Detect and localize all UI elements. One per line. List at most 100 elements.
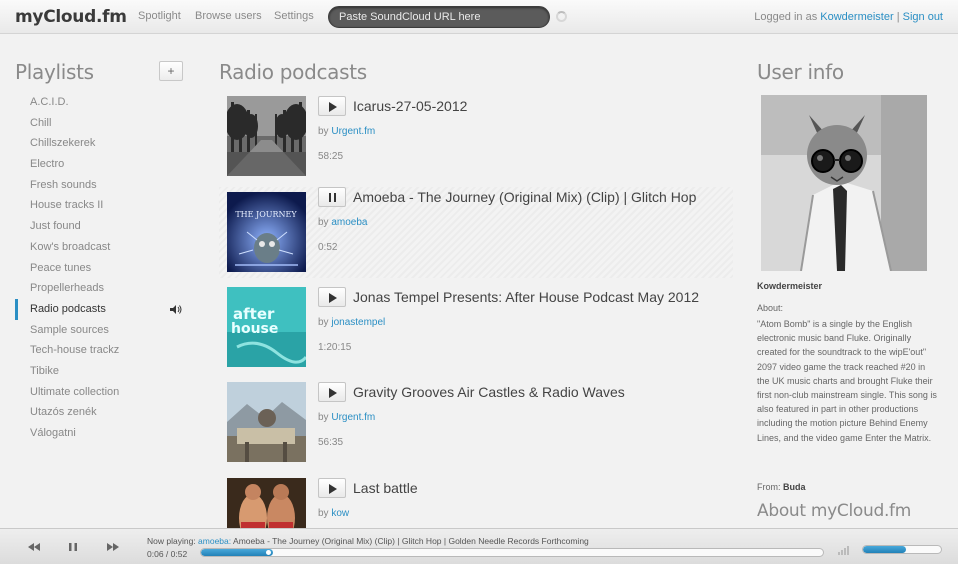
playlist-item[interactable]: Peace tunes (15, 258, 190, 279)
playback-time: 0:06 / 0:52 (147, 549, 188, 559)
by-label: by (318, 412, 329, 423)
play-button[interactable] (318, 478, 346, 498)
nav-spotlight[interactable]: Spotlight (138, 10, 181, 22)
pause-icon (329, 193, 336, 202)
user-avatar (761, 95, 927, 271)
nav-settings[interactable]: Settings (274, 10, 314, 22)
volume-slider[interactable] (862, 545, 942, 554)
playlist-item-label: Ultimate collection (30, 385, 120, 398)
track-item: THE JOURNEY Amoeba - The Journey (Origin… (219, 187, 733, 278)
track-title[interactable]: Last battle (353, 478, 418, 498)
track-thumbnail[interactable] (227, 478, 306, 528)
track-thumbnail[interactable]: THE JOURNEY (227, 192, 306, 272)
previous-icon[interactable] (26, 540, 42, 554)
playlist-item[interactable]: Utazós zenék (15, 402, 190, 423)
track-title[interactable]: Amoeba - The Journey (Original Mix) (Cli… (353, 187, 696, 207)
player-bar: Now playing: amoeba: Amoeba - The Journe… (0, 528, 958, 564)
playlist-item[interactable]: Just found (15, 216, 190, 237)
play-button[interactable] (318, 287, 346, 307)
playlist-item[interactable]: Radio podcasts (15, 298, 190, 320)
about-label: About: (757, 303, 784, 313)
playlist-item-label: Electro (30, 158, 65, 171)
login-status: Logged in as Kowdermeister | Sign out (754, 11, 943, 23)
playlist-item-label: Peace tunes (30, 261, 92, 274)
track-byline: by kow (318, 508, 349, 519)
pause-button[interactable] (318, 187, 346, 207)
by-label: by (318, 217, 329, 228)
logged-in-label: Logged in as (754, 11, 818, 23)
track-thumbnail[interactable] (227, 382, 306, 462)
playlist-item-label: Just found (30, 220, 81, 233)
progress-fill (201, 549, 273, 556)
track-author-link[interactable]: Urgent.fm (331, 126, 375, 137)
playlist-item[interactable]: Fresh sounds (15, 175, 190, 196)
signout-link[interactable]: Sign out (903, 11, 943, 23)
playlist-item[interactable]: Kow's broadcast (15, 237, 190, 258)
user-info-heading: User info (757, 60, 844, 84)
pause-icon[interactable] (65, 540, 81, 554)
playlist-item-label: Chillszekerek (30, 137, 96, 150)
playlist-item-label: Propellerheads (30, 282, 104, 295)
next-icon[interactable] (105, 540, 121, 554)
playlist-item[interactable]: Tibike (15, 361, 190, 382)
playlist-item[interactable]: Propellerheads (15, 278, 190, 299)
volume-icon[interactable] (838, 545, 850, 555)
playlist-item-label: Fresh sounds (30, 178, 97, 191)
track-duration: 56:35 (318, 437, 344, 448)
by-label: by (318, 508, 329, 519)
username-link[interactable]: Kowdermeister (820, 11, 893, 23)
track-author-link[interactable]: kow (331, 508, 349, 519)
playlist-item-label: House tracks II (30, 199, 104, 212)
separator: | (896, 11, 900, 23)
track-title[interactable]: Icarus-27-05-2012 (353, 96, 467, 116)
user-location: From: Buda (757, 482, 806, 492)
playlist-item[interactable]: Ultimate collection (15, 382, 190, 403)
progress-knob[interactable] (265, 550, 271, 555)
track-title[interactable]: Gravity Grooves Air Castles & Radio Wave… (353, 382, 625, 402)
track-title[interactable]: Jonas Tempel Presents: After House Podca… (353, 287, 699, 307)
playlist-item[interactable]: Chillszekerek (15, 133, 190, 154)
playlists-heading: Playlists (15, 60, 94, 84)
playlist-item[interactable]: Sample sources (15, 320, 190, 341)
track-byline: by Urgent.fm (318, 412, 375, 423)
play-button[interactable] (318, 96, 346, 116)
track-author-link[interactable]: Urgent.fm (331, 412, 375, 423)
now-playing-track: Amoeba - The Journey (Original Mix) (Cli… (233, 536, 589, 546)
track-author-link[interactable]: amoeba (331, 217, 367, 228)
playlist-item[interactable]: Tech-house trackz (15, 340, 190, 361)
track-thumbnail[interactable] (227, 96, 306, 176)
page-title: Radio podcasts (219, 60, 367, 84)
track-item: Icarus-27-05-2012 by Urgent.fm 58:25 (219, 96, 733, 187)
playlist-item[interactable]: House tracks II (15, 195, 190, 216)
by-label: by (318, 126, 329, 137)
playlist-item-label: A.C.I.D. (30, 96, 69, 108)
playlist-item-label: Chill (30, 116, 52, 129)
playlist-item-label: Tech-house trackz (30, 344, 120, 357)
soundcloud-url-input[interactable]: Paste SoundCloud URL here (328, 6, 550, 28)
logo[interactable]: myCloud.fm (15, 7, 127, 27)
playlist-item[interactable]: Chill (15, 113, 190, 134)
about-site-heading: About myCloud.fm (757, 501, 911, 521)
track-duration: 0:52 (318, 242, 338, 253)
volume-fill (863, 546, 906, 553)
playlist-item[interactable]: A.C.I.D. (15, 92, 190, 113)
play-button[interactable] (318, 382, 346, 402)
playlist-item-label: Radio podcasts (30, 302, 106, 315)
track-byline: by amoeba (318, 217, 367, 228)
playlist-item-label: Tibike (30, 364, 59, 377)
track-item: after house Jonas Tempel Presents: After… (219, 287, 733, 378)
playlist-list: A.C.I.D. Chill Chillszekerek Electro Fresh s… (15, 92, 190, 444)
playlist-item-label: Kow's broadcast (30, 240, 111, 253)
now-playing-artist[interactable]: amoeba: (198, 536, 231, 546)
playlist-item[interactable]: Electro (15, 154, 190, 175)
loading-spinner-icon (556, 11, 567, 22)
playlist-item[interactable]: Válogatni (15, 423, 190, 444)
track-thumbnail[interactable]: after house (227, 287, 306, 367)
track-author-link[interactable]: jonastempel (331, 317, 385, 328)
play-icon (329, 293, 337, 303)
add-playlist-button[interactable]: + (159, 61, 183, 81)
progress-bar[interactable] (200, 548, 824, 557)
playlist-item-label: Utazós zenék (30, 406, 97, 419)
nav-browse-users[interactable]: Browse users (195, 10, 262, 22)
track-item: Gravity Grooves Air Castles & Radio Wave… (219, 382, 733, 473)
